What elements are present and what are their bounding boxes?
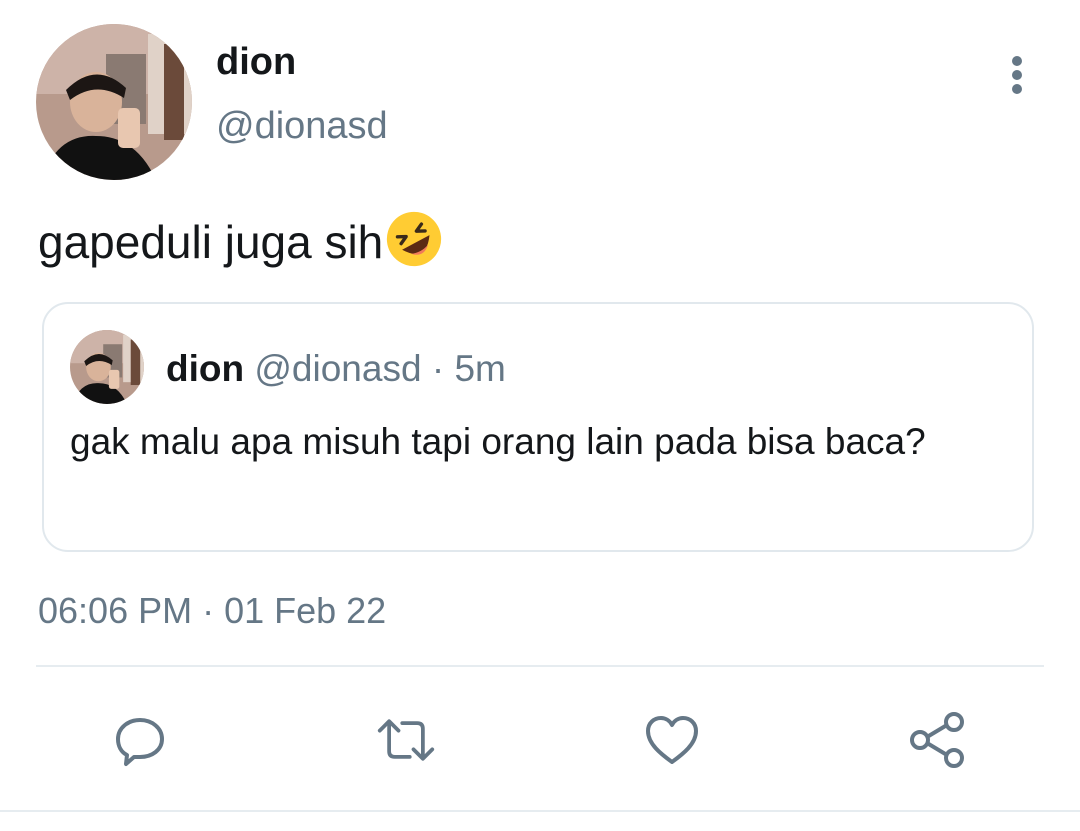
divider — [36, 665, 1044, 667]
avatar-photo — [36, 24, 192, 180]
rolling-on-the-floor-laughing-emoji-icon — [387, 211, 442, 267]
avatar-photo — [70, 330, 144, 404]
quoted-tweet-text: gak malu apa misuh tapi orang lain pada … — [70, 421, 926, 462]
like-icon — [646, 716, 698, 764]
like-button[interactable] — [642, 710, 702, 770]
share-button[interactable] — [908, 710, 968, 770]
share-icon — [910, 712, 964, 768]
reply-button[interactable] — [110, 710, 170, 770]
tweet-timestamp: 06:06 PM · 01 Feb 22 — [38, 590, 387, 631]
more-options-button[interactable] — [994, 52, 1040, 98]
tweet-text-content: gapeduli juga sih — [38, 216, 384, 268]
tweet-text: gapeduli juga sih — [38, 208, 445, 271]
bottom-divider — [0, 810, 1080, 812]
author-avatar[interactable] — [36, 24, 192, 180]
author-display-name[interactable]: dion — [216, 38, 296, 86]
quoted-meta-separator: · — [421, 348, 455, 389]
vertical-ellipsis-icon — [1012, 56, 1022, 94]
author-handle[interactable]: @dionasd — [216, 102, 388, 150]
quoted-tweet-card[interactable]: dion @dionasd · 5m gak malu apa misuh ta… — [42, 302, 1034, 552]
quoted-tweet-header: dion @dionasd · 5m — [166, 346, 506, 392]
quoted-author-avatar — [70, 330, 144, 404]
retweet-button[interactable] — [376, 710, 436, 770]
quoted-author-handle: @dionasd — [254, 348, 422, 389]
quoted-tweet-age: 5m — [454, 348, 506, 389]
reply-icon — [116, 718, 164, 766]
quoted-author-display-name: dion — [166, 348, 245, 389]
retweet-icon — [377, 719, 435, 761]
